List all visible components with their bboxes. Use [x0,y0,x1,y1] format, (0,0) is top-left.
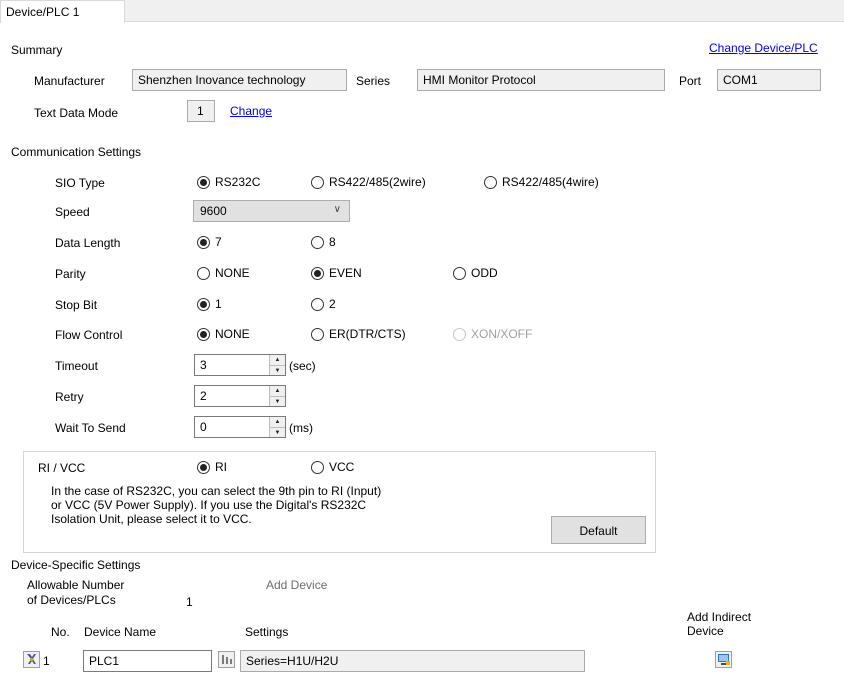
device-name-input[interactable]: PLC1 [83,650,212,672]
summary-heading: Summary [11,43,63,57]
wait-to-send-unit: (ms) [289,421,313,435]
spin-down-icon[interactable]: ▼ [270,396,285,406]
tab-device-plc-1[interactable]: Device/PLC 1 [0,0,125,23]
flow-xon-xoff-radio: XON/XOFF [453,327,532,341]
wait-to-send-spinner[interactable]: 0 ▲ ▼ [194,416,286,438]
stop-bit-2-radio[interactable]: 2 [311,297,336,311]
add-device-button: Add Device [266,578,328,592]
add-indirect-device-icon[interactable] [715,651,732,668]
spin-up-icon[interactable]: ▲ [270,386,285,396]
spin-up-icon[interactable]: ▲ [270,355,285,365]
stop-bit-label: Stop Bit [55,298,98,312]
data-length-label: Data Length [55,236,121,250]
column-no: No. [51,625,70,639]
radio-unselected-icon [311,175,324,189]
text-data-mode-label: Text Data Mode [34,106,119,120]
device-specific-heading: Device-Specific Settings [11,558,141,572]
allowable-number-label: Allowable Number of Devices/PLCs [27,578,125,607]
stop-bit-1-radio[interactable]: 1 [197,297,222,311]
device-settings-field: Series=H1U/H2U [240,650,585,672]
manufacturer-field: Shenzhen Inovance technology [132,69,347,91]
radio-unselected-icon [484,175,497,189]
flow-control-label: Flow Control [55,328,123,342]
retry-spinner[interactable]: 2 ▲ ▼ [194,385,286,407]
spin-down-icon[interactable]: ▼ [270,427,285,437]
chevron-down-icon: ∨ [333,204,341,215]
wait-to-send-label: Wait To Send [55,421,126,435]
ri-radio[interactable]: RI [197,460,227,474]
series-label: Series [356,74,391,88]
radio-selected-icon [197,327,210,341]
flow-none-radio[interactable]: NONE [197,327,250,341]
device-settings-icon[interactable] [218,651,235,668]
tools-icon[interactable] [23,651,40,668]
parity-none-radio[interactable]: NONE [197,266,250,280]
retry-value: 2 [200,389,207,403]
sio-rs422-2wire-radio[interactable]: RS422/485(2wire) [311,175,426,189]
port-label: Port [679,74,702,88]
timeout-spinner[interactable]: 3 ▲ ▼ [194,354,286,376]
radio-unselected-icon [311,235,324,249]
device-row-no: 1 [43,654,50,668]
timeout-unit: (sec) [289,359,316,373]
sio-rs232c-radio[interactable]: RS232C [197,175,260,189]
device-name-value: PLC1 [89,654,120,668]
retry-label: Retry [55,390,84,404]
speed-select[interactable]: 9600 ∨ [193,200,350,222]
radio-selected-icon [197,235,210,249]
timeout-value: 3 [200,358,207,372]
parity-even-radio[interactable]: EVEN [311,266,362,280]
radio-unselected-icon [311,327,324,341]
parity-label: Parity [55,267,86,281]
manufacturer-label: Manufacturer [34,74,105,88]
timeout-label: Timeout [55,359,98,373]
spin-down-icon[interactable]: ▼ [270,365,285,375]
parity-odd-radio[interactable]: ODD [453,266,498,280]
radio-selected-icon [311,266,324,280]
vcc-radio[interactable]: VCC [311,460,354,474]
radio-disabled-icon [453,327,466,341]
add-indirect-device-label: Add Indirect Device [687,610,752,638]
text-data-mode-field: 1 [187,100,215,122]
data-length-8-radio[interactable]: 8 [311,235,336,249]
tab-label: Device/PLC 1 [6,5,80,19]
radio-selected-icon [197,175,210,189]
default-button[interactable]: Default [551,516,646,544]
allowable-number-value: 1 [186,595,193,609]
flow-er-dtr-cts-radio[interactable]: ER(DTR/CTS) [311,327,406,341]
communication-settings-heading: Communication Settings [11,145,142,159]
radio-unselected-icon [197,266,210,280]
radio-unselected-icon [453,266,466,280]
ri-vcc-note: In the case of RS232C, you can select th… [51,484,382,526]
radio-selected-icon [197,297,210,311]
radio-selected-icon [197,460,210,474]
spin-up-icon[interactable]: ▲ [270,417,285,427]
change-device-plc-link[interactable]: Change Device/PLC [709,41,818,55]
series-field: HMI Monitor Protocol [417,69,665,91]
column-settings: Settings [245,625,289,639]
sio-rs422-4wire-radio[interactable]: RS422/485(4wire) [484,175,599,189]
text-data-mode-change-link[interactable]: Change [230,104,272,118]
tab-strip: Device/PLC 1 [0,0,844,23]
column-device-name: Device Name [84,625,157,639]
speed-label: Speed [55,205,90,219]
radio-unselected-icon [311,297,324,311]
wait-to-send-value: 0 [200,420,207,434]
data-length-7-radio[interactable]: 7 [197,235,222,249]
port-field: COM1 [717,69,821,91]
sio-type-label: SIO Type [55,176,105,190]
radio-unselected-icon [311,460,324,474]
speed-value: 9600 [200,204,227,218]
ri-vcc-label: RI / VCC [38,461,86,475]
